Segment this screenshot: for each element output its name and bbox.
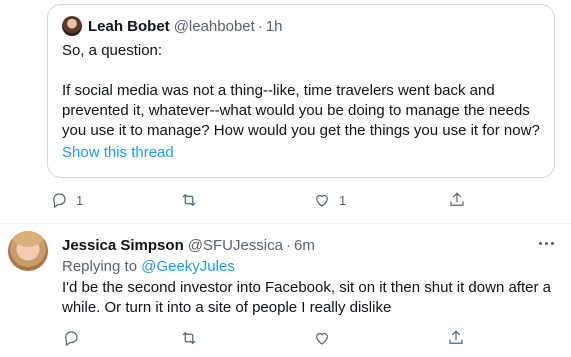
reply-icon — [65, 331, 78, 347]
separator-dot: · — [257, 17, 263, 35]
quoted-tweet-line: So, a question: — [62, 42, 163, 59]
reply-tweet-header: Jessica Simpson @SFUJessica · 6m — [62, 235, 315, 255]
replying-to-prefix: Replying to — [62, 258, 142, 275]
quoted-tweet-line: prevented it, whatever--what would you b… — [62, 102, 530, 119]
more-dot — [539, 242, 542, 245]
reply-action-bar — [62, 328, 465, 348]
reply-button[interactable]: 1 — [50, 191, 180, 209]
like-button[interactable] — [313, 329, 447, 347]
retweet-icon — [182, 193, 196, 207]
retweet-icon — [182, 331, 196, 345]
like-count: 1 — [339, 192, 347, 208]
quoted-author-handle[interactable]: @leahbobet — [174, 18, 255, 35]
heart-icon — [316, 194, 328, 207]
retweet-button[interactable] — [180, 191, 313, 209]
heart-icon — [316, 332, 328, 345]
like-button[interactable]: 1 — [313, 191, 448, 209]
show-thread-link[interactable]: Show this thread — [62, 143, 174, 163]
reply-author-handle[interactable]: @SFUJessica — [188, 237, 283, 254]
retweet-button[interactable] — [180, 329, 313, 347]
quoted-tweet-line: you use it to manage? How would you get … — [62, 122, 540, 139]
share-icon — [450, 192, 464, 206]
share-button[interactable] — [447, 329, 465, 347]
quoted-tweet-line: If social media was not a thing--like, t… — [62, 82, 495, 99]
quoted-author-avatar[interactable] — [62, 16, 82, 36]
share-icon — [449, 330, 463, 344]
reply-author-name[interactable]: Jessica Simpson — [62, 237, 184, 254]
separator-dot: · — [285, 236, 291, 254]
replying-to-link[interactable]: @GeekyJules — [141, 258, 235, 275]
quoted-tweet-blank-line — [62, 61, 540, 81]
quoted-tweet-header: Leah Bobet @leahbobet · 1h — [62, 15, 540, 37]
reply-icon — [53, 193, 66, 209]
quoted-tweet-time[interactable]: 1h — [266, 18, 283, 35]
more-options-icon[interactable] — [536, 234, 558, 254]
more-dot — [551, 242, 554, 245]
quoted-tweet-card[interactable]: Leah Bobet @leahbobet · 1h So, a questio… — [47, 4, 555, 178]
more-dot — [545, 242, 548, 245]
replying-to-line: Replying to @GeekyJules — [62, 257, 235, 277]
reply-tweet-time[interactable]: 6m — [294, 237, 315, 254]
share-button[interactable] — [448, 191, 466, 209]
reply-count: 1 — [76, 192, 84, 208]
reply-tweet-text: I'd be the second investor into Facebook… — [62, 279, 551, 316]
quoted-tweet-body: So, a question: If social media was not … — [62, 41, 540, 141]
avatar[interactable] — [8, 231, 48, 271]
quoted-author-name[interactable]: Leah Bobet — [88, 18, 170, 35]
reply-button[interactable] — [62, 329, 180, 347]
tweet-action-bar: 1 1 — [50, 190, 466, 210]
